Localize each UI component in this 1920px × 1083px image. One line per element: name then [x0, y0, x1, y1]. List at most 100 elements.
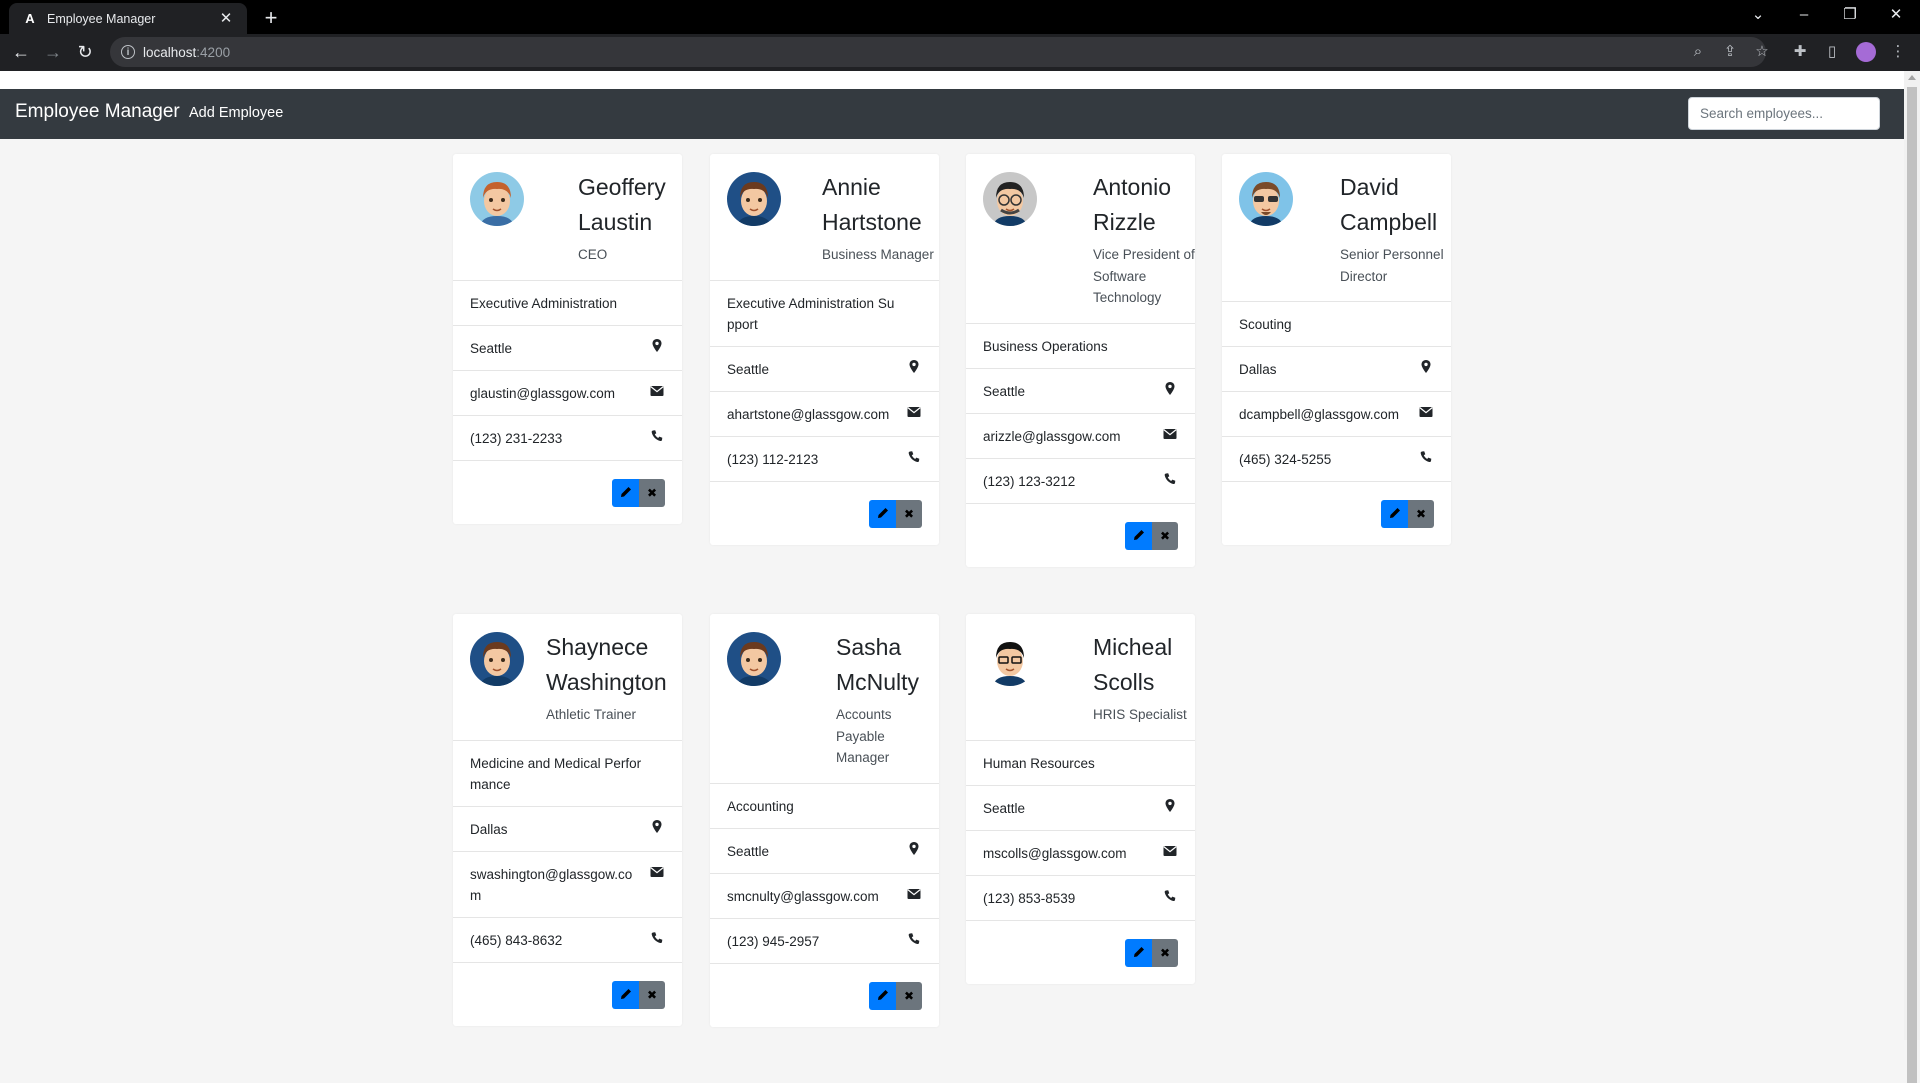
new-tab-icon[interactable]: + — [257, 5, 285, 33]
vertical-scrollbar[interactable] — [1904, 71, 1920, 1083]
employee-first-name: Shaynece — [546, 634, 649, 660]
employee-department: Business Operations — [966, 324, 1195, 369]
close-icon: ✖ — [903, 506, 915, 521]
pencil-icon — [877, 506, 889, 522]
employee-phone: (123) 853-8539 — [983, 890, 1076, 906]
pencil-icon — [1133, 528, 1145, 544]
employee-card: Antonio Rizzle Vice President of Softwar… — [966, 154, 1195, 567]
zoom-icon[interactable]: ⌕ — [1686, 40, 1710, 64]
employee-email-row: ahartstone@glassgow.com — [710, 392, 939, 437]
browser-toolbar: ← → ↻ i localhost:4200 ⌕ ⇪ ☆ ✚ ▯ ⋮ — [0, 34, 1920, 71]
edit-employee-button[interactable] — [869, 981, 896, 1010]
side-panel-icon[interactable]: ▯ — [1820, 40, 1844, 64]
page-top-strip — [0, 71, 1920, 89]
employee-location-row: Seattle — [710, 347, 939, 392]
tab-search-chevron-icon[interactable]: ⌄ — [1736, 0, 1780, 30]
pencil-icon — [1389, 506, 1401, 522]
envelope-icon — [907, 404, 921, 420]
edit-employee-button[interactable] — [1125, 521, 1152, 550]
employee-phone: (123) 112-2123 — [727, 451, 819, 467]
delete-employee-button[interactable]: ✖ — [1408, 500, 1434, 528]
site-info-icon[interactable]: i — [121, 45, 135, 59]
employee-phone: (123) 231-2233 — [470, 430, 563, 446]
bookmark-star-icon[interactable]: ☆ — [1750, 40, 1774, 64]
employee-email-row: swashington@glassgow.com — [453, 852, 682, 918]
angular-favicon-icon: A — [25, 10, 35, 26]
card-action-buttons: ✖ — [1125, 938, 1178, 967]
employee-department: Executive Administration Support — [710, 281, 939, 347]
map-marker-icon — [650, 819, 664, 835]
edit-employee-button[interactable] — [612, 980, 639, 1009]
browser-tab[interactable]: A Employee Manager ✕ — [9, 3, 247, 34]
edit-employee-button[interactable] — [1125, 938, 1152, 967]
employee-location-row: Seattle — [453, 326, 682, 371]
employee-card: David Campbell Senior Personnel Director… — [1222, 154, 1451, 545]
edit-employee-button[interactable] — [1381, 500, 1408, 528]
employee-department: Scouting — [1222, 302, 1451, 347]
employee-phone: (465) 843-8632 — [470, 932, 563, 948]
scroll-up-arrow-icon[interactable] — [1908, 75, 1916, 80]
delete-employee-button[interactable]: ✖ — [639, 980, 665, 1009]
tab-title: Employee Manager — [47, 11, 156, 26]
reload-icon[interactable]: ↻ — [71, 38, 99, 66]
delete-employee-button[interactable]: ✖ — [896, 499, 922, 528]
map-marker-icon — [1419, 359, 1433, 375]
employee-card-footer: ✖ — [966, 921, 1195, 984]
share-icon[interactable]: ⇪ — [1718, 40, 1742, 64]
employee-card-footer: ✖ — [453, 963, 682, 1026]
close-icon: ✖ — [903, 988, 915, 1003]
delete-employee-button[interactable]: ✖ — [896, 981, 922, 1010]
employee-card-header: Antonio Rizzle Vice President of Softwar… — [966, 154, 1195, 324]
delete-employee-button[interactable]: ✖ — [639, 478, 665, 507]
envelope-icon — [907, 886, 921, 902]
edit-employee-button[interactable] — [869, 499, 896, 528]
employee-email-row: arizzle@glassgow.com — [966, 414, 1195, 459]
search-input[interactable] — [1688, 97, 1880, 130]
address-bar[interactable]: i localhost:4200 — [110, 37, 1766, 67]
employee-email: ahartstone@glassgow.com — [727, 406, 890, 422]
employee-card-header: David Campbell Senior Personnel Director — [1222, 154, 1451, 302]
employee-job-title: CEO — [578, 247, 608, 262]
navbar-brand[interactable]: Employee Manager — [15, 101, 180, 123]
employee-card-footer: ✖ — [1222, 482, 1451, 545]
extensions-icon[interactable]: ✚ — [1788, 40, 1812, 64]
delete-employee-button[interactable]: ✖ — [1152, 521, 1178, 550]
delete-employee-button[interactable]: ✖ — [1152, 938, 1178, 967]
minimize-icon[interactable]: – — [1782, 0, 1826, 30]
employee-avatar — [470, 172, 524, 226]
pencil-icon — [620, 485, 632, 501]
employee-card-header: Annie Hartstone Business Manager — [710, 154, 939, 281]
tab-close-icon[interactable]: ✕ — [217, 10, 235, 28]
employee-location: Seattle — [727, 361, 770, 377]
employee-email-row: glaustin@glassgow.com — [453, 371, 682, 416]
card-action-buttons: ✖ — [869, 499, 922, 528]
window-close-icon[interactable]: ✕ — [1874, 0, 1918, 30]
envelope-icon — [650, 864, 664, 880]
edit-employee-button[interactable] — [612, 478, 639, 507]
phone-icon — [650, 428, 664, 444]
browser-menu-icon[interactable]: ⋮ — [1886, 40, 1910, 64]
employee-last-name: Rizzle — [1093, 209, 1156, 235]
close-icon: ✖ — [1415, 507, 1427, 521]
phone-icon — [907, 449, 921, 465]
employee-avatar — [727, 172, 781, 226]
envelope-icon — [1163, 843, 1177, 859]
envelope-icon — [1419, 404, 1433, 420]
add-employee-link[interactable]: Add Employee — [189, 105, 283, 121]
profile-avatar[interactable] — [1856, 42, 1876, 62]
back-icon[interactable]: ← — [7, 38, 35, 66]
restore-icon[interactable]: ❐ — [1828, 0, 1872, 30]
employee-email: swashington@glassgow.com — [470, 866, 633, 903]
employee-card: Shaynece Washington Athletic Trainer Med… — [453, 614, 682, 1026]
close-icon: ✖ — [1159, 945, 1171, 960]
employee-card-header: Geoffery Laustin CEO — [453, 154, 682, 281]
employee-location: Dallas — [1239, 362, 1277, 377]
employee-last-name: Campbell — [1340, 209, 1438, 235]
scrollbar-thumb[interactable] — [1907, 87, 1917, 1083]
forward-icon[interactable]: → — [39, 38, 67, 66]
envelope-icon — [1163, 426, 1177, 442]
employee-location: Seattle — [470, 340, 513, 356]
employee-location-row: Seattle — [966, 369, 1195, 414]
employee-card: Geoffery Laustin CEO Executive Administr… — [453, 154, 682, 524]
employee-card: Sasha McNulty Accounts Payable Manager A… — [710, 614, 939, 1027]
